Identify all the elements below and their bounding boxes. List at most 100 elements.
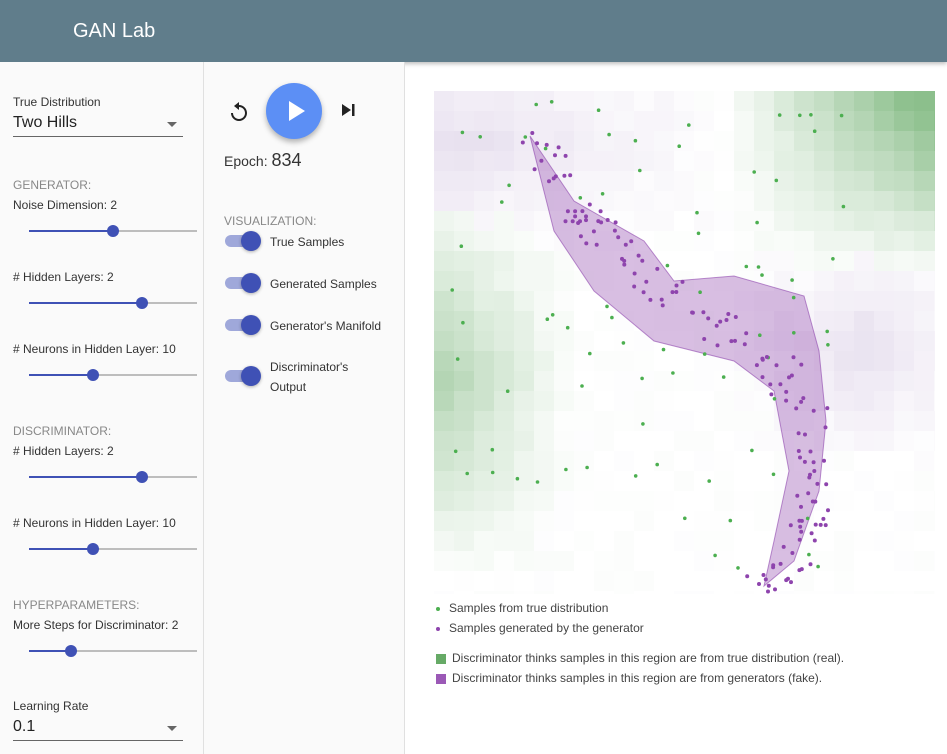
heatmap-cell — [454, 391, 474, 411]
heatmap-cell — [874, 211, 894, 231]
true-samples-toggle[interactable] — [225, 231, 261, 251]
heatmap-cell — [694, 251, 714, 271]
generator-manifold-toggle[interactable] — [225, 315, 261, 335]
heatmap-cell — [514, 371, 534, 391]
generator-neurons-slider[interactable] — [29, 368, 197, 382]
heatmap-cell — [714, 171, 734, 191]
generator-hidden-layers-slider[interactable] — [29, 296, 197, 310]
slider-thumb[interactable] — [107, 225, 119, 237]
generated-sample-point — [795, 493, 800, 498]
generated-sample-point — [808, 562, 813, 567]
heatmap-cell — [934, 191, 935, 211]
heatmap-cell — [874, 131, 894, 151]
heatmap-cell — [594, 571, 614, 591]
heatmap-cell — [854, 411, 874, 431]
generated-sample-point — [674, 290, 679, 294]
heatmap-cell — [814, 111, 834, 131]
heatmap-cell — [854, 311, 874, 331]
discriminator-hidden-layers-slider[interactable] — [29, 470, 197, 484]
heatmap-cell — [574, 151, 594, 171]
heatmap-cell — [614, 151, 634, 171]
generated-sample-point — [812, 469, 817, 473]
heatmap-cell — [694, 111, 714, 131]
heatmap-cell — [494, 171, 514, 191]
heatmap-cell — [434, 291, 454, 311]
true-sample-point — [825, 329, 829, 334]
heatmap-cell — [914, 431, 934, 451]
generated-sample-point — [640, 258, 645, 263]
heatmap-cell — [434, 271, 454, 291]
true-sample-point — [461, 320, 465, 325]
heatmap-cell — [894, 391, 914, 411]
true-distribution-select[interactable]: Two Hills — [13, 114, 183, 137]
heatmap-cell — [874, 531, 894, 551]
heatmap-cell — [834, 251, 854, 271]
heatmap-cell — [794, 91, 814, 111]
heatmap-cell — [854, 351, 874, 371]
discriminator-neurons-slider[interactable] — [29, 542, 197, 556]
heatmap-cell — [434, 431, 454, 451]
discriminator-steps-slider[interactable] — [29, 644, 197, 658]
heatmap-cell — [674, 511, 694, 531]
generated-sample-point — [733, 315, 738, 319]
heatmap-cell — [734, 251, 754, 271]
heatmap-cell — [654, 531, 674, 551]
heatmap-cell — [714, 391, 734, 411]
heatmap-cell — [834, 151, 854, 171]
slider-thumb[interactable] — [86, 543, 99, 555]
heatmap-cell — [554, 271, 574, 291]
heatmap-cell — [694, 391, 714, 411]
slider-thumb[interactable] — [135, 471, 148, 483]
heatmap-cell — [434, 171, 454, 191]
heatmap-cell — [454, 351, 474, 371]
slider-thumb[interactable] — [65, 645, 77, 657]
learning-rate-select[interactable]: 0.1 — [13, 718, 183, 741]
heatmap-cell — [514, 151, 534, 171]
heatmap-cell — [794, 211, 814, 231]
heatmap-cell — [614, 411, 634, 431]
generated-sample-point — [594, 242, 599, 247]
true-sample-point — [805, 516, 810, 521]
heatmap-cell — [854, 591, 874, 594]
heatmap-cell — [774, 191, 794, 211]
heatmap-cell — [554, 151, 574, 171]
heatmap-cell — [614, 171, 634, 191]
heatmap-cell — [634, 411, 654, 431]
heatmap-cell — [594, 391, 614, 411]
heatmap-cell — [614, 351, 634, 371]
heatmap-cell — [514, 531, 534, 551]
play-button[interactable] — [266, 83, 322, 139]
generated-sample-point — [648, 297, 653, 302]
heatmap-cell — [874, 91, 894, 111]
step-button[interactable] — [339, 100, 359, 120]
heatmap-cell — [734, 451, 754, 471]
heatmap-cell — [614, 591, 634, 594]
slider-thumb[interactable] — [135, 297, 148, 309]
slider-thumb[interactable] — [86, 369, 99, 381]
heatmap-cell — [914, 171, 934, 191]
heatmap-cell — [434, 491, 454, 511]
heatmap-cell — [914, 511, 934, 531]
heatmap-cell — [834, 591, 854, 594]
heatmap-cell — [494, 411, 514, 431]
heatmap-cell — [654, 471, 674, 491]
discriminator-output-toggle[interactable] — [225, 366, 261, 386]
heatmap-cell — [594, 591, 614, 594]
generator-section-title: GENERATOR: — [13, 178, 92, 192]
generated-sample-point — [562, 173, 567, 178]
reset-button[interactable] — [227, 100, 251, 124]
heatmap-cell — [694, 151, 714, 171]
heatmap-cell — [914, 331, 934, 351]
generated-sample-point — [568, 173, 573, 178]
generated-sample-point — [823, 425, 828, 430]
heatmap-cell — [594, 131, 614, 151]
noise-dimension-slider[interactable] — [29, 224, 197, 238]
generated-samples-toggle[interactable] — [225, 273, 261, 293]
heatmap-cell — [654, 391, 674, 411]
heatmap-cell — [934, 311, 935, 331]
heatmap-cell — [854, 491, 874, 511]
heatmap-cell — [694, 451, 714, 471]
true-sample-point — [545, 317, 550, 321]
heatmap-cell — [594, 371, 614, 391]
true-sample-point — [790, 278, 794, 282]
